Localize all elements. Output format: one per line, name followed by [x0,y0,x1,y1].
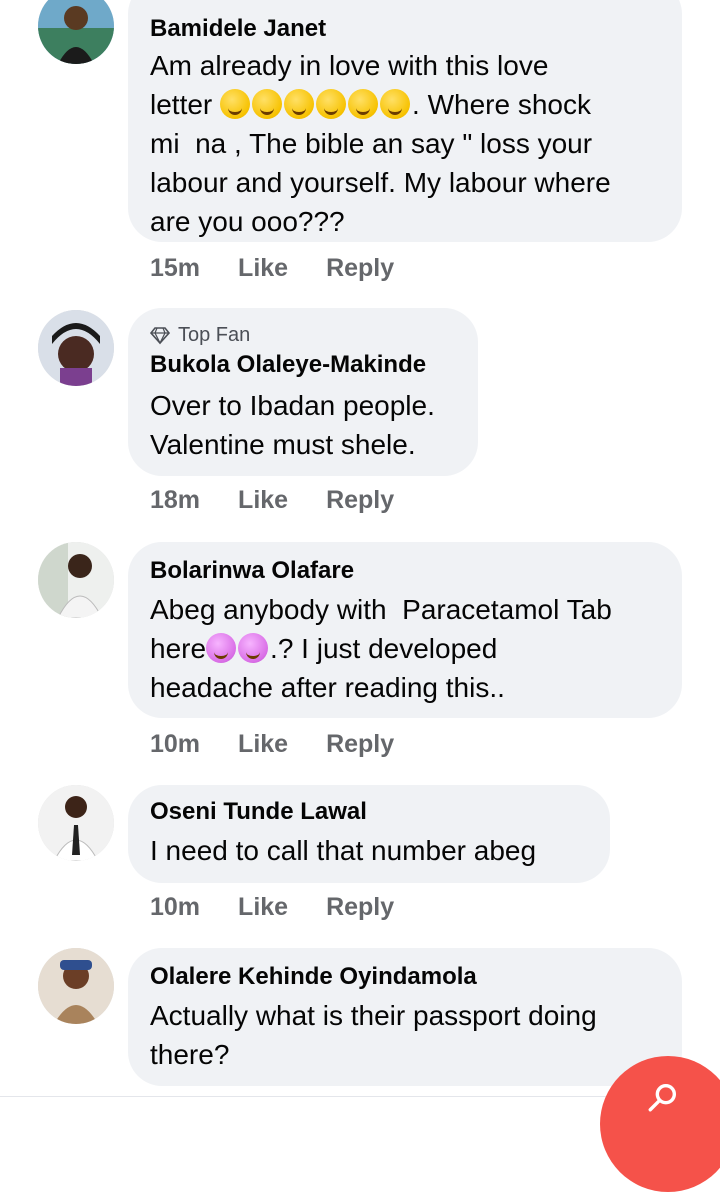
rofl-emoji-icon [252,89,283,119]
comment-actions: 10m Like Reply [150,730,394,759]
comment-time: 18m [150,486,201,514]
comment-time: 10m [150,730,201,758]
avatar[interactable] [38,948,114,1024]
avatar[interactable] [38,310,114,386]
avatar[interactable] [38,0,114,64]
tired-face-emoji-icon [206,633,237,663]
reply-button[interactable]: Reply [326,486,394,515]
reply-button[interactable]: Reply [326,893,394,922]
rofl-emoji-icon [284,89,315,119]
like-button[interactable]: Like [238,254,288,283]
top-fan-badge: Top Fan [150,322,456,348]
comment-bubble[interactable]: Bolarinwa Olafare Abeg anybody with Para… [128,542,682,718]
comment-text: Over to Ibadan people. Valentine must sh… [150,390,435,460]
comment-actions: 18m Like Reply [150,486,394,515]
comment-author[interactable]: Olalere Kehinde Oyindamola [150,962,660,992]
comment-actions: 15m Like Reply [150,254,394,283]
comment-bubble[interactable]: Olalere Kehinde Oyindamola Actually what… [128,948,682,1086]
comment-text: I need to call that number abeg [150,835,537,866]
comment-time: 10m [150,893,201,921]
rofl-emoji-icon [316,89,347,119]
diamond-icon [150,327,170,345]
comment-bubble[interactable]: Oseni Tunde Lawal I need to call that nu… [128,785,610,883]
rofl-emoji-icon [220,89,251,119]
rofl-emoji-icon [348,89,379,119]
like-button[interactable]: Like [238,893,288,922]
reply-button[interactable]: Reply [326,254,394,283]
rofl-emoji-icon [380,89,411,119]
avatar[interactable] [38,785,114,861]
comment-author[interactable]: Bolarinwa Olafare [150,556,660,586]
comment-author[interactable]: Oseni Tunde Lawal [150,797,588,827]
comment-text: Actually what is their passport doing th… [150,1000,597,1070]
comment-time: 15m [150,254,201,282]
like-button[interactable]: Like [238,486,288,515]
comment-bubble[interactable]: Bamidele Janet Am already in love with t… [128,0,682,242]
floating-action-button[interactable] [600,1056,720,1192]
comment-bubble[interactable]: Top Fan Bukola Olaleye-Makinde Over to I… [128,308,478,476]
comment-text: Abeg anybody with Paracetamol Tab here.?… [150,590,660,707]
reply-button[interactable]: Reply [326,730,394,759]
comment-actions: 10m Like Reply [150,893,394,922]
comment-text: Am already in love with this love letter… [150,46,660,241]
avatar[interactable] [38,542,114,618]
like-button[interactable]: Like [238,730,288,759]
comment-author[interactable]: Bukola Olaleye-Makinde [150,350,456,380]
badge-label: Top Fan [178,323,251,346]
comment-author[interactable]: Bamidele Janet [150,14,660,44]
tired-face-emoji-icon [238,633,269,663]
